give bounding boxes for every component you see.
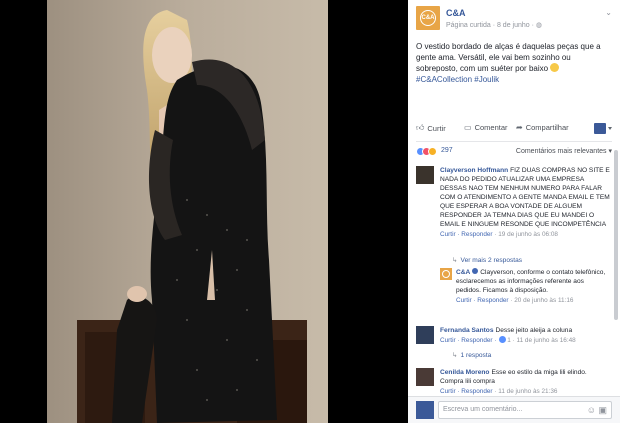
reply-author[interactable]: C&A	[456, 269, 470, 276]
comment-label: Comentar	[474, 123, 508, 132]
view-replies-link[interactable]: ↳ 1 resposta	[452, 351, 491, 359]
reply-arrow-icon: ↳	[452, 257, 458, 264]
comment-icon: ▭	[464, 123, 472, 132]
reply-text: Clayverson, conforme o contato telefônic…	[456, 269, 606, 294]
reply-date: · 20 de junho às 11:16	[508, 297, 574, 304]
comment-body: Fernanda Santos Desse jeito aleija a colu…	[440, 326, 612, 345]
commenter-avatar[interactable]	[416, 326, 434, 344]
emoji-camera-icons[interactable]: ☺ ▣	[587, 405, 607, 416]
post-hashtags[interactable]: #C&ACollection #Joulik	[416, 74, 612, 85]
photo-stage[interactable]	[0, 0, 408, 423]
comment-body: Cenilda Moreno Esse eo estilo da miga lil…	[440, 368, 612, 396]
page-avatar[interactable]: C&A	[416, 6, 440, 30]
thumbs-up-icon: 👍︎	[416, 123, 425, 132]
globe-icon: ◍	[535, 22, 542, 29]
view-more-replies-link[interactable]: ↳ Ver mais 2 respostas	[452, 256, 522, 264]
brand-logo-icon: C&A	[420, 10, 436, 26]
view-replies-label: 1 resposta	[460, 352, 492, 359]
share-arrow-icon: ➦	[516, 123, 523, 132]
comment-input-placeholder: Escreva um comentário...	[443, 406, 523, 413]
panel-scrollbar[interactable]	[614, 150, 618, 320]
comment-composer: Escreva um comentário... ☺ ▣	[408, 396, 620, 423]
comment-author[interactable]: Fernanda Santos	[440, 327, 494, 334]
comment-date: · 19 de junho às 06:08	[492, 231, 558, 238]
comment-input[interactable]: Escreva um comentário... ☺ ▣	[438, 401, 612, 419]
smile-emoji-icon	[550, 63, 560, 72]
post-side-panel: C&A C&A Página curtida · 8 de junho · ◍ …	[408, 0, 620, 423]
post-options-chevron-icon[interactable]: ⌄	[605, 8, 612, 17]
comment-meta: Curtir · Responder · 1 · 11 de junho às …	[440, 336, 612, 345]
comment-author[interactable]: Clayverson Hoffmann	[440, 167, 508, 174]
share-button[interactable]: ➦ Compartilhar	[516, 123, 569, 132]
comment-button[interactable]: ▭ Comentar	[464, 123, 508, 132]
post-meta: Página curtida · 8 de junho · ◍	[446, 21, 542, 29]
comment-body: Clayverson Hoffmann FIZ DUAS COMPRAS NO S…	[440, 166, 612, 239]
post-header: C&A C&A Página curtida · 8 de junho · ◍ …	[416, 6, 612, 36]
comment-author[interactable]: Cenilda Moreno	[440, 369, 489, 376]
comment-meta: Curtir · Responder · 19 de junho às 06:0…	[440, 230, 612, 239]
reply-meta: Curtir · Responder · 20 de junho às 11:1…	[456, 296, 606, 305]
comment-text: FIZ DUAS COMPRAS NO SITE E NADA DO PEDID…	[440, 167, 610, 228]
brand-logo-icon	[442, 270, 450, 278]
commenter-avatar[interactable]	[416, 166, 434, 184]
reaction-count[interactable]: 297	[441, 147, 453, 154]
page-reply-avatar[interactable]	[440, 268, 452, 280]
photo-illustration	[47, 0, 328, 423]
current-user-avatar	[416, 401, 434, 419]
post-meta-text: Página curtida · 8 de junho ·	[446, 22, 536, 29]
like-label: Curtir	[427, 123, 446, 133]
comment-date: · 11 de junho às 21:36	[492, 388, 558, 395]
like-button[interactable]: 👍︎ Curtir	[416, 123, 446, 133]
reply-like-reply-links[interactable]: Curtir · Responder	[456, 297, 509, 304]
divider	[416, 141, 612, 142]
comment-like-reply-links[interactable]: Curtir · Responder ·	[440, 337, 498, 344]
comment-like-reply-links[interactable]: Curtir · Responder	[440, 388, 493, 395]
comment-date: · 11 de junho às 16:48	[510, 337, 576, 344]
commenter-avatar[interactable]	[416, 368, 434, 386]
comment-meta: Curtir · Responder · 11 de junho às 21:3…	[440, 387, 612, 396]
reply-arrow-icon: ↳	[452, 352, 458, 359]
post-actions-bar: 👍︎ Curtir ▭ Comentar ➦ Compartilhar	[416, 123, 612, 137]
share-label: Compartilhar	[525, 123, 569, 132]
view-more-replies-label: Ver mais 2 respostas	[460, 257, 523, 264]
post-caption: O vestido bordado de alças é daquelas pe…	[416, 41, 612, 85]
reactions-row: 297 Comentários mais relevantes ▾	[416, 146, 612, 158]
haha-reaction-icon[interactable]	[428, 147, 437, 156]
photo-viewer: C&A C&A Página curtida · 8 de junho · ◍ …	[0, 0, 620, 423]
post-as-avatar-selector[interactable]	[594, 123, 612, 134]
comment-like-reply-links[interactable]: Curtir · Responder	[440, 231, 493, 238]
reply-body: C&A Clayverson, conforme o contato telefô…	[456, 268, 606, 305]
comment-sort-dropdown[interactable]: Comentários mais relevantes ▾	[516, 147, 612, 155]
brand-logo-text: C&A	[421, 15, 435, 21]
post-photo[interactable]	[47, 0, 328, 423]
page-name-link[interactable]: C&A	[446, 8, 466, 18]
comment-text: Desse jeito aleija a coluna	[495, 327, 573, 334]
post-caption-text: O vestido bordado de alças é daquelas pe…	[416, 42, 601, 73]
like-mini-icon	[499, 336, 507, 343]
verified-badge-icon	[472, 268, 479, 274]
